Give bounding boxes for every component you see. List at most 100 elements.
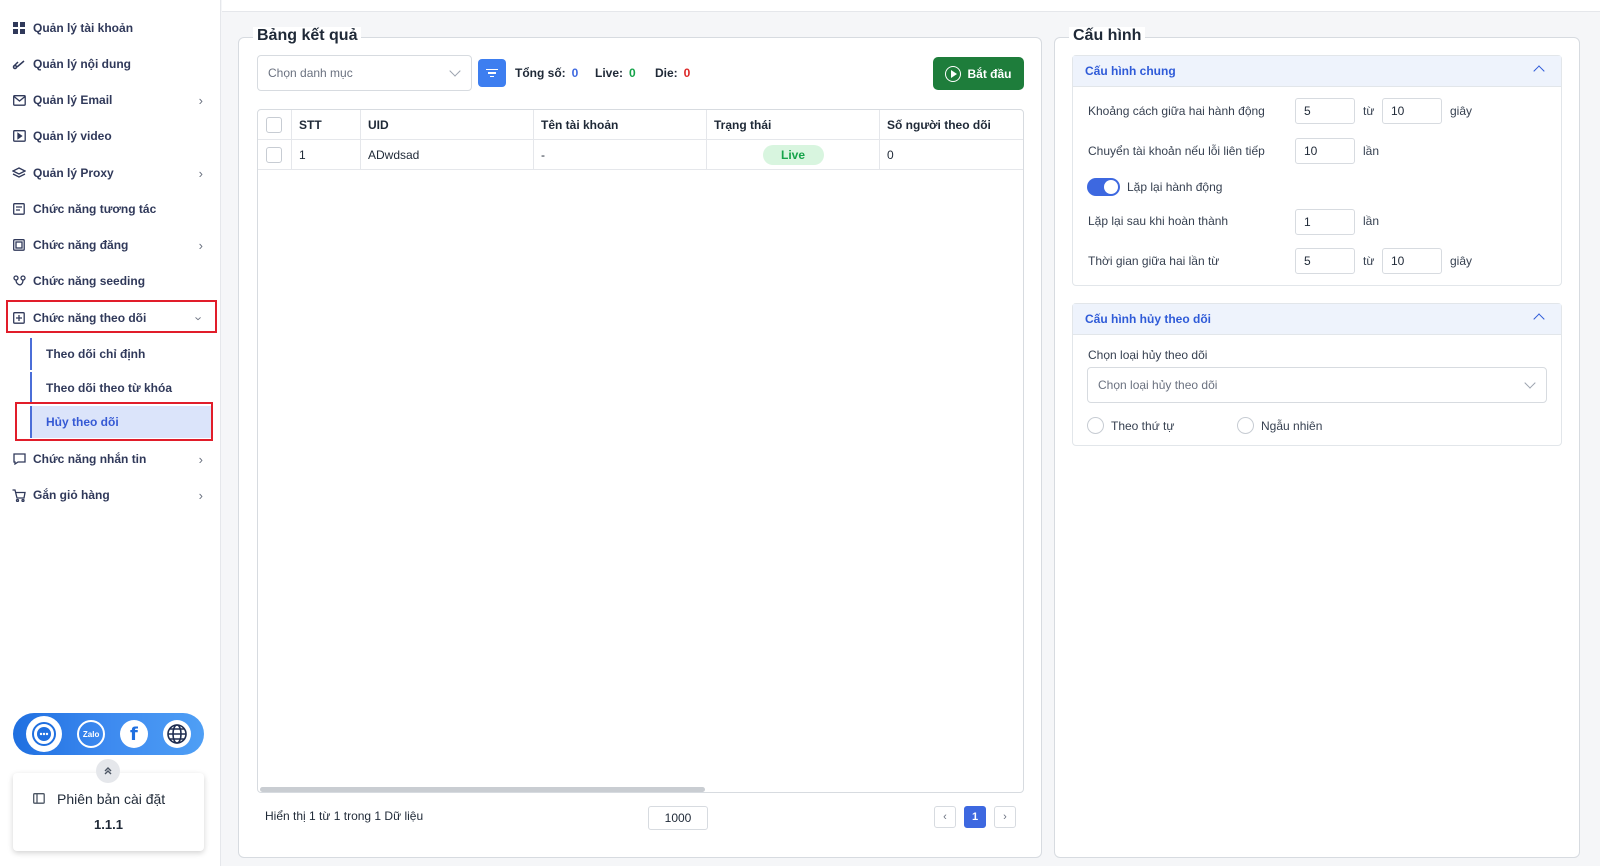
sidebar-item-post[interactable]: Chức năng đăng › [0, 227, 221, 263]
die-value: 0 [683, 66, 691, 80]
sidebar-item-messaging[interactable]: Chức năng nhắn tin › [0, 441, 221, 477]
top-bar [222, 0, 1600, 12]
sidebar-item-label: Quản lý video [33, 129, 112, 143]
sidebar: Quản lý tài khoản Quản lý nội dung Quản … [0, 0, 221, 866]
filter-button[interactable] [478, 59, 506, 87]
repeat-after-input[interactable]: 1 [1295, 209, 1355, 235]
unfollow-config-header[interactable]: Cấu hình hủy theo dõi [1073, 304, 1561, 335]
start-label: Bắt đầu [967, 66, 1012, 81]
interval-from-input[interactable]: 5 [1295, 98, 1355, 124]
sidebar-sub-unfollow[interactable]: Hủy theo dõi [30, 406, 213, 438]
chevron-right-icon: › [198, 451, 203, 467]
row-checkbox[interactable] [266, 147, 282, 163]
interval-to-input[interactable]: 10 [1382, 98, 1442, 124]
select-all-checkbox[interactable] [266, 117, 282, 133]
column-header[interactable]: UID [361, 110, 534, 140]
layers-icon [12, 166, 26, 180]
column-header[interactable]: STT [292, 110, 361, 140]
sidebar-item-label: Quản lý Email [33, 93, 113, 107]
link-icon [12, 57, 26, 71]
category-select[interactable]: Chọn danh mục [257, 55, 472, 91]
giay-label: giây [1450, 104, 1473, 118]
sidebar-item-interaction[interactable]: Chức năng tương tác [0, 191, 221, 227]
sidebar-item-proxy[interactable]: Quản lý Proxy › [0, 155, 221, 191]
sidebar-item-cart[interactable]: Gắn giỏ hàng › [0, 477, 221, 513]
zalo-icon[interactable]: Zalo [77, 720, 106, 748]
chevron-right-icon: › [198, 92, 203, 108]
page-size-input[interactable]: 1000 [648, 806, 708, 830]
chevron-down-icon [1524, 377, 1536, 389]
chevron-up-icon [1533, 65, 1545, 77]
start-button[interactable]: Bắt đầu [933, 57, 1024, 90]
lan-label: lần [1363, 144, 1380, 158]
filter-icon [486, 68, 498, 71]
between-to-input[interactable]: 10 [1382, 248, 1442, 274]
total-label: Tổng số: [515, 66, 566, 80]
column-header[interactable]: Trạng thái [707, 110, 880, 140]
chevron-down-icon: › [191, 315, 207, 321]
repeat-toggle[interactable] [1087, 178, 1120, 196]
header-checkbox-cell [258, 110, 292, 140]
cart-icon [12, 488, 26, 502]
switch-account-input[interactable]: 10 [1295, 138, 1355, 164]
general-config-section: Cấu hình chung Khoảng cách giữa hai hành… [1072, 55, 1562, 286]
follow-icon [12, 311, 26, 325]
sidebar-sub-label: Hủy theo dõi [46, 415, 119, 429]
sidebar-item-label: Quản lý nội dung [33, 57, 131, 71]
sidebar-item-seeding[interactable]: Chức năng seeding [0, 263, 221, 299]
live-value: 0 [629, 66, 636, 80]
grid-icon [12, 21, 26, 35]
between-from-input[interactable]: 5 [1295, 248, 1355, 274]
support-chat-icon[interactable] [26, 716, 63, 752]
facebook-icon[interactable]: f [119, 720, 148, 748]
column-header[interactable]: Tên tài khoản [534, 110, 707, 140]
sidebar-item-label: Quản lý Proxy [33, 166, 114, 180]
unfollow-type-select[interactable]: Chọn loại hủy theo dõi [1087, 367, 1547, 403]
filter-icon-line [490, 75, 494, 78]
row-checkbox-cell [258, 140, 292, 170]
prev-page-button[interactable]: ‹ [934, 806, 956, 828]
order-label: Theo thứ tự [1111, 419, 1175, 433]
chat-square-icon [12, 202, 26, 216]
unfollow-type-placeholder: Chọn loại hủy theo dõi [1098, 378, 1218, 392]
next-page-button[interactable]: › [994, 806, 1016, 828]
table-row[interactable]: 1 ADwdsad - Live 0 [258, 140, 1023, 170]
post-icon [12, 238, 26, 252]
unfollow-type-label: Chọn loại hủy theo dõi [1088, 348, 1208, 362]
radio-random[interactable] [1237, 417, 1254, 434]
live-label: Live: [595, 66, 624, 80]
sidebar-item-content[interactable]: Quản lý nội dung [0, 46, 221, 82]
category-placeholder: Chọn danh mục [268, 66, 353, 80]
chevron-up-icon [1533, 313, 1545, 325]
sidebar-sub-follow-specified[interactable]: Theo dõi chỉ định [30, 338, 213, 370]
panel-icon [33, 791, 45, 807]
collapse-up-button[interactable] [96, 759, 120, 783]
results-title: Bảng kết quả [253, 27, 362, 45]
sidebar-sub-follow-keyword[interactable]: Theo dõi theo từ khóa [30, 372, 213, 404]
version-number: 1.1.1 [94, 817, 123, 832]
page-button[interactable]: 1 [964, 806, 986, 828]
chevron-right-icon: › [198, 237, 203, 253]
repeat-label: Lặp lại hành động [1127, 180, 1223, 194]
version-card: Phiên bản cài đặt 1.1.1 [13, 773, 204, 851]
sidebar-item-email[interactable]: Quản lý Email › [0, 82, 221, 118]
lan-label: lần [1363, 214, 1380, 228]
radio-order[interactable] [1087, 417, 1104, 434]
cell-status: Live [707, 140, 880, 170]
repeat-after-label: Lặp lại sau khi hoàn thành [1088, 214, 1229, 228]
globe-icon[interactable] [162, 720, 191, 748]
cell-stt: 1 [292, 140, 361, 170]
table-header: STT UID Tên tài khoản Trạng thái Số ngườ… [258, 110, 1023, 140]
unfollow-config-section: Cấu hình hủy theo dõi Chọn loại hủy theo… [1072, 303, 1562, 446]
sidebar-item-follow[interactable]: Chức năng theo dõi › [0, 300, 221, 336]
column-header[interactable]: Số người theo dõi [880, 110, 1023, 140]
results-table: STT UID Tên tài khoản Trạng thái Số ngườ… [257, 109, 1024, 793]
tu-label: từ [1363, 104, 1375, 118]
sidebar-item-video[interactable]: Quản lý video [0, 118, 221, 154]
general-config-header[interactable]: Cấu hình chung [1073, 56, 1561, 87]
sidebar-item-account[interactable]: Quản lý tài khoản [0, 10, 221, 46]
sidebar-item-label: Chức năng seeding [33, 274, 146, 288]
horizontal-scrollbar[interactable] [260, 787, 705, 792]
video-icon [12, 129, 26, 143]
switch-account-label: Chuyển tài khoản nếu lỗi liên tiếp [1088, 144, 1265, 158]
